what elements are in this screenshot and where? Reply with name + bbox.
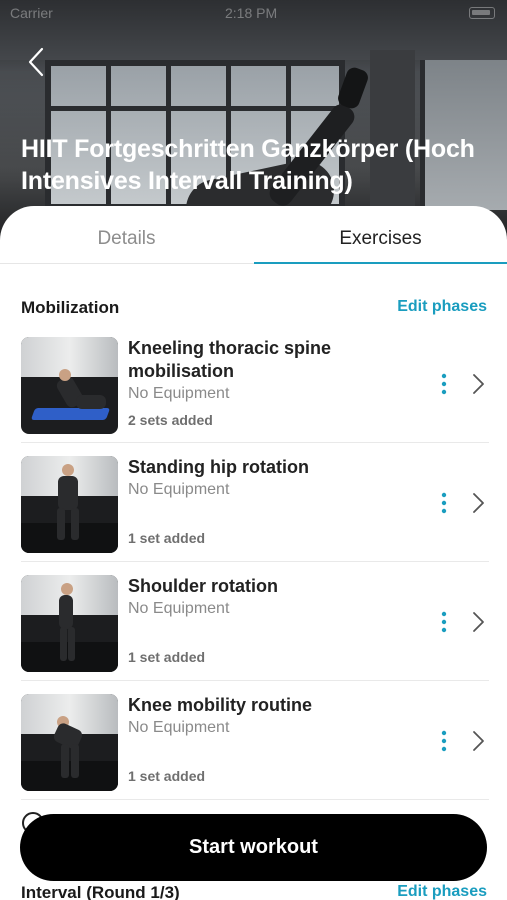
exercise-thumbnail [21,575,118,672]
phase-header-interval: Interval (Round 1/3) Edit phases [21,883,487,900]
exercise-name: Standing hip rotation [128,457,309,477]
exercise-name: Shoulder rotation [128,576,278,596]
battery-icon [469,7,495,19]
more-options-button[interactable] [437,611,451,633]
start-workout-button[interactable]: Start workout [20,814,487,881]
exercise-sets: 1 set added [128,768,206,784]
hero-image [0,0,507,240]
chevron-right-icon[interactable] [471,730,485,752]
more-options-button[interactable] [437,373,451,395]
exercise-thumbnail [21,694,118,791]
exercise-name: Knee mobility routine [128,695,313,715]
status-bar: Carrier 2:18 PM [0,0,507,28]
active-tab-indicator [254,262,507,264]
tab-exercises[interactable]: Exercises [254,228,507,250]
phase-header-mobilization: Mobilization Edit phases [21,298,487,322]
chevron-left-icon [28,47,44,77]
exercise-equipment: No Equipment [128,481,230,498]
exercise-sets: 1 set added [128,530,206,546]
more-options-button[interactable] [437,730,451,752]
workout-title: HIIT Fortgeschritten Ganzkörper (Hoch In… [21,135,475,195]
exercise-equipment: No Equipment [128,719,230,736]
chevron-right-icon[interactable] [471,373,485,395]
more-vertical-icon [441,730,447,752]
edit-phases-link[interactable]: Edit phases [397,298,487,316]
tab-bar: Details Exercises [0,206,507,264]
exercise-sets: 2 sets added [128,412,213,428]
exercise-name: Kneeling thoracic spine mobilisation [128,338,332,381]
phase-title: Interval (Round 1/3) [21,883,180,900]
exercise-sets: 1 set added [128,649,206,665]
edit-phases-link[interactable]: Edit phases [397,883,487,900]
status-carrier: Carrier [10,5,53,21]
phase-title: Mobilization [21,298,120,317]
exercise-row[interactable]: Standing hip rotation No Equipment 1 set… [21,444,489,562]
chevron-right-icon[interactable] [471,611,485,633]
more-options-button[interactable] [437,492,451,514]
more-vertical-icon [441,373,447,395]
more-vertical-icon [441,611,447,633]
exercise-equipment: No Equipment [128,600,230,617]
exercise-row[interactable]: Shoulder rotation No Equipment 1 set add… [21,563,489,681]
tab-details[interactable]: Details [0,228,253,250]
exercise-thumbnail [21,456,118,553]
exercise-row[interactable]: Kneeling thoracic spine mobilisation No … [21,325,489,443]
exercise-row[interactable]: Knee mobility routine No Equipment 1 set… [21,682,489,800]
back-button[interactable] [24,46,52,78]
exercise-thumbnail [21,337,118,434]
chevron-right-icon[interactable] [471,492,485,514]
exercise-equipment: No Equipment [128,385,230,402]
more-vertical-icon [441,492,447,514]
status-time: 2:18 PM [225,5,278,21]
content-sheet: Details Exercises Mobilization Edit phas… [0,206,507,900]
